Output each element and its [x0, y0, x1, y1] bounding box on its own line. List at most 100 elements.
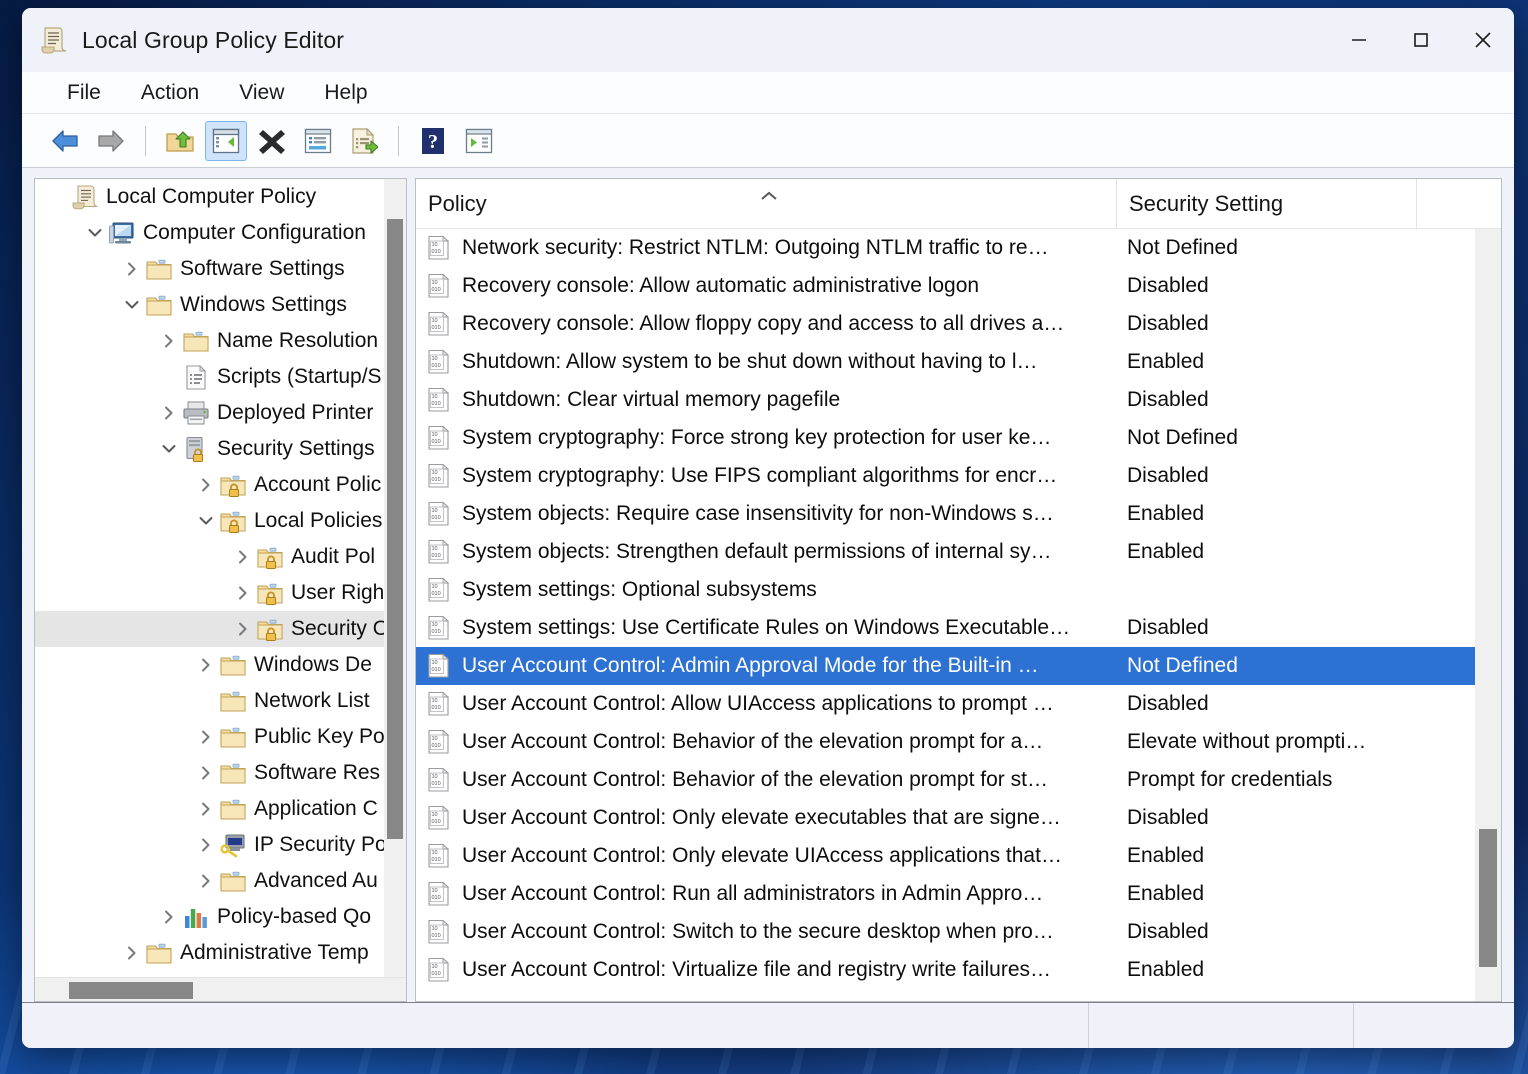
- tree-expander-collapsed[interactable]: [193, 728, 219, 746]
- policy-cell: 10010System objects: Require case insens…: [416, 501, 1116, 527]
- tree-item[interactable]: Application C: [35, 791, 406, 827]
- policy-row[interactable]: 10010Network security: Restrict NTLM: Ou…: [416, 229, 1501, 267]
- tree-item[interactable]: Policy-based Qo: [35, 899, 406, 935]
- tree-expander-expanded[interactable]: [193, 512, 219, 530]
- menu-item-file[interactable]: File: [52, 78, 116, 108]
- properties-button[interactable]: [297, 121, 339, 161]
- tree-item[interactable]: Security Settings: [35, 431, 406, 467]
- policy-row[interactable]: 10010User Account Control: Run all admin…: [416, 875, 1501, 913]
- tree-expander-collapsed[interactable]: [193, 764, 219, 782]
- up-one-level-button[interactable]: [159, 121, 201, 161]
- delete-button[interactable]: [251, 121, 293, 161]
- back-button[interactable]: [44, 121, 86, 161]
- help-button[interactable]: ?: [412, 121, 454, 161]
- tree-expander-collapsed[interactable]: [230, 584, 256, 602]
- policy-row[interactable]: 10010System settings: Optional subsystem…: [416, 571, 1501, 609]
- policy-row[interactable]: 10010Shutdown: Allow system to be shut d…: [416, 343, 1501, 381]
- tree-expander-collapsed[interactable]: [230, 548, 256, 566]
- tree-item[interactable]: Network List: [35, 683, 406, 719]
- column-header-filler[interactable]: [1416, 179, 1501, 229]
- show-action-pane-button[interactable]: [458, 121, 500, 161]
- tree-item[interactable]: Local Computer Policy: [35, 179, 406, 215]
- policy-row[interactable]: 10010System cryptography: Use FIPS compl…: [416, 457, 1501, 495]
- column-header-security-setting[interactable]: Security Setting: [1116, 179, 1416, 229]
- show-hide-console-tree-button[interactable]: [205, 121, 247, 161]
- tree-expander-collapsed[interactable]: [193, 656, 219, 674]
- tree-item[interactable]: Name Resolution: [35, 323, 406, 359]
- tree-expander-collapsed[interactable]: [156, 332, 182, 350]
- tree-horizontal-scrollbar[interactable]: [35, 977, 406, 1001]
- svg-text:10: 10: [432, 318, 438, 324]
- tree-item[interactable]: Account Polic: [35, 467, 406, 503]
- policy-row[interactable]: 10010User Account Control: Behavior of t…: [416, 723, 1501, 761]
- tree-item[interactable]: Advanced Au: [35, 863, 406, 899]
- tree-expander-expanded[interactable]: [119, 296, 145, 314]
- tree-item[interactable]: Public Key Po: [35, 719, 406, 755]
- policy-row[interactable]: 10010User Account Control: Only elevate …: [416, 837, 1501, 875]
- tree-item[interactable]: Local Policies: [35, 503, 406, 539]
- tree-expander-collapsed[interactable]: [119, 944, 145, 962]
- folder-icon: [219, 868, 247, 894]
- maximize-icon[interactable]: [1390, 8, 1452, 72]
- menu-item-action[interactable]: Action: [126, 78, 214, 108]
- tree-item[interactable]: Audit Pol: [35, 539, 406, 575]
- policy-row[interactable]: 10010Recovery console: Allow floppy copy…: [416, 305, 1501, 343]
- policy-row[interactable]: 10010User Account Control: Virtualize fi…: [416, 951, 1501, 989]
- tree-item[interactable]: IP Security Po: [35, 827, 406, 863]
- close-icon[interactable]: [1452, 8, 1514, 72]
- security-setting-value: Not Defined: [1116, 426, 1416, 450]
- tree-item[interactable]: Computer Configuration: [35, 215, 406, 251]
- tree-item[interactable]: Scripts (Startup/S: [35, 359, 406, 395]
- tree-expander-collapsed[interactable]: [193, 872, 219, 890]
- title-bar[interactable]: Local Group Policy Editor: [22, 8, 1514, 72]
- tree-item[interactable]: User Righ: [35, 575, 406, 611]
- qos-bars-icon: [182, 904, 210, 930]
- list-vertical-scrollbar-thumb[interactable]: [1479, 829, 1497, 967]
- tree-item[interactable]: Windows Settings: [35, 287, 406, 323]
- tree-expander-collapsed[interactable]: [193, 836, 219, 854]
- tree-item[interactable]: Software Res: [35, 755, 406, 791]
- tree-expander-collapsed[interactable]: [193, 476, 219, 494]
- policy-row[interactable]: 10010User Account Control: Behavior of t…: [416, 761, 1501, 799]
- policy-row[interactable]: 10010Recovery console: Allow automatic a…: [416, 267, 1501, 305]
- folder-icon: [145, 292, 173, 318]
- tree-item[interactable]: Software Settings: [35, 251, 406, 287]
- tree-expander-collapsed[interactable]: [193, 800, 219, 818]
- tree-item[interactable]: Administrative Temp: [35, 935, 406, 971]
- policy-setting-icon: 10010: [426, 615, 452, 641]
- tree-expander-collapsed[interactable]: [156, 908, 182, 926]
- tree-expander-collapsed[interactable]: [156, 404, 182, 422]
- policy-row[interactable]: 10010System objects: Require case insens…: [416, 495, 1501, 533]
- list-vertical-scrollbar[interactable]: [1475, 229, 1501, 1001]
- tree-expander-expanded[interactable]: [82, 224, 108, 242]
- policy-row[interactable]: 10010User Account Control: Admin Approva…: [416, 647, 1501, 685]
- policy-list[interactable]: 10010Network security: Restrict NTLM: Ou…: [416, 229, 1501, 1001]
- tree-item[interactable]: Security O: [35, 611, 406, 647]
- tree-vertical-scrollbar-thumb[interactable]: [387, 219, 403, 839]
- export-list-button[interactable]: [343, 121, 385, 161]
- tree-horizontal-scrollbar-thumb[interactable]: [69, 982, 193, 999]
- tree-vertical-scrollbar[interactable]: [384, 179, 406, 977]
- tree-expander-expanded[interactable]: [156, 440, 182, 458]
- policy-row[interactable]: 10010System cryptography: Force strong k…: [416, 419, 1501, 457]
- menu-item-view[interactable]: View: [224, 78, 299, 108]
- menu-item-help[interactable]: Help: [309, 78, 382, 108]
- policy-row[interactable]: 10010User Account Control: Allow UIAcces…: [416, 685, 1501, 723]
- console-tree[interactable]: Local Computer PolicyComputer Configurat…: [35, 179, 406, 977]
- policy-setting-icon: 10010: [426, 805, 452, 831]
- policy-setting-icon: 10010: [426, 463, 452, 489]
- policy-row[interactable]: 10010User Account Control: Only elevate …: [416, 799, 1501, 837]
- policy-cell: 10010User Account Control: Admin Approva…: [416, 653, 1116, 679]
- svg-text:010: 010: [432, 515, 441, 521]
- tree-expander-collapsed[interactable]: [230, 620, 256, 638]
- tree-item[interactable]: Windows De: [35, 647, 406, 683]
- forward-button[interactable]: [90, 121, 132, 161]
- tree-expander-collapsed[interactable]: [119, 260, 145, 278]
- policy-row[interactable]: 10010Shutdown: Clear virtual memory page…: [416, 381, 1501, 419]
- column-header-policy[interactable]: Policy: [416, 179, 1116, 229]
- policy-row[interactable]: 10010User Account Control: Switch to the…: [416, 913, 1501, 951]
- minimize-icon[interactable]: [1328, 8, 1390, 72]
- policy-row[interactable]: 10010System objects: Strengthen default …: [416, 533, 1501, 571]
- tree-item[interactable]: Deployed Printer: [35, 395, 406, 431]
- policy-row[interactable]: 10010System settings: Use Certificate Ru…: [416, 609, 1501, 647]
